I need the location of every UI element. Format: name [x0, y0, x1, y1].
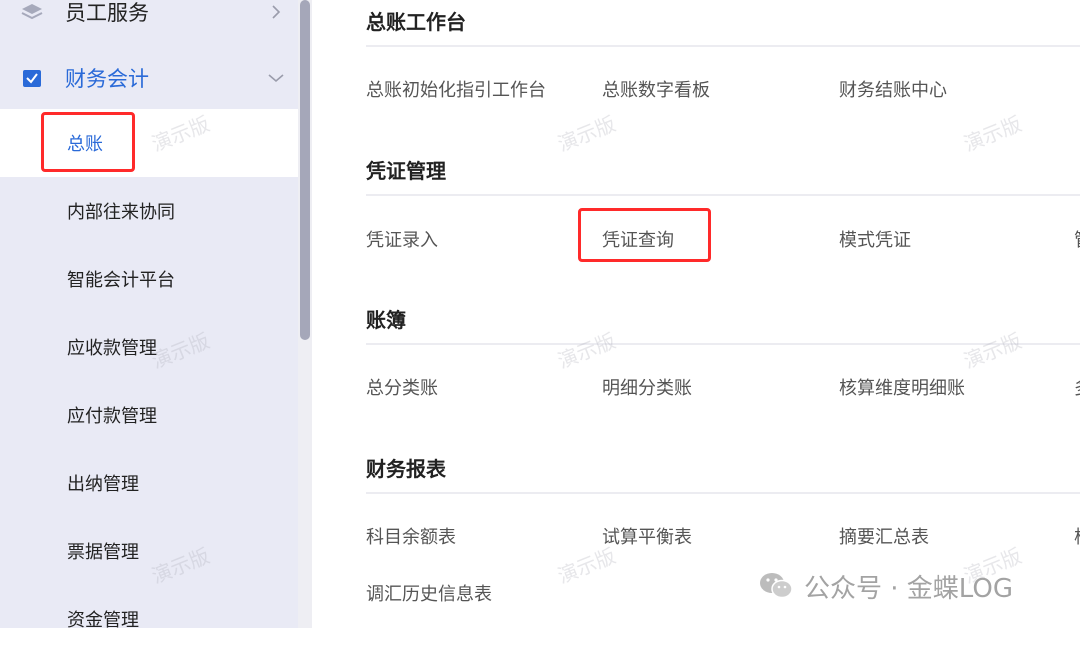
sidebar-item-label: 内部往来协同	[67, 202, 175, 223]
section-title-ledgers: 账簿	[366, 308, 406, 332]
link-template-voucher[interactable]: 模式凭证	[839, 226, 911, 252]
sidebar-item-label: 总账	[67, 134, 103, 155]
link-trial-balance[interactable]: 试算平衡表	[602, 523, 692, 549]
watermark: 演示版	[960, 328, 1025, 374]
footer-watermark: 公众号 · 金蝶LOG	[758, 566, 1013, 606]
watermark: 演示版	[554, 111, 619, 157]
sidebar-item-label: 智能会计平台	[67, 270, 175, 291]
link-dimension-detail[interactable]: 核算维度明细账	[839, 374, 965, 400]
divider	[366, 194, 1080, 196]
sidebar-item-bills[interactable]: 票据管理	[0, 517, 298, 585]
link-voucher-entry[interactable]: 凭证录入	[366, 226, 438, 252]
nav-group-employee-service[interactable]: 员工服务	[0, 0, 298, 42]
watermark: 演示版	[960, 111, 1025, 157]
layers-icon	[21, 1, 43, 23]
sidebar-item-label: 票据管理	[67, 542, 139, 563]
section-title-financial-reports: 财务报表	[366, 457, 446, 481]
section-title-voucher-mgmt: 凭证管理	[366, 159, 446, 183]
sidebar-item-payables[interactable]: 应付款管理	[0, 381, 298, 449]
link-detail-ledger[interactable]: 明细分类账	[602, 374, 692, 400]
link-account-balance[interactable]: 科目余额表	[366, 523, 456, 549]
nav-group-finance-accounting[interactable]: 财务会计	[0, 48, 298, 108]
section-title-gl-workbench: 总账工作台	[366, 10, 466, 34]
sidebar: 员工服务 财务会计 总账 内部往来协同 智能会计平台 应收款管理 应付款管理 出…	[0, 0, 298, 631]
sidebar-item-cashier[interactable]: 出纳管理	[0, 449, 298, 517]
link-summary-report[interactable]: 摘要汇总表	[839, 523, 929, 549]
chevron-down-icon	[266, 68, 286, 88]
sidebar-item-smart-accounting[interactable]: 智能会计平台	[0, 245, 298, 313]
link-truncated[interactable]: 多	[1074, 374, 1080, 400]
link-truncated[interactable]: 管	[1074, 226, 1080, 252]
link-voucher-query[interactable]: 凭证查询	[602, 226, 674, 252]
sidebar-item-receivables[interactable]: 应收款管理	[0, 313, 298, 381]
sidebar-item-general-ledger[interactable]: 总账	[0, 109, 298, 177]
sidebar-item-label: 资金管理	[67, 610, 139, 631]
wechat-icon	[760, 573, 793, 599]
nav-group-label: 财务会计	[65, 67, 149, 91]
link-general-ledger[interactable]: 总分类账	[366, 374, 438, 400]
link-gl-dashboard[interactable]: 总账数字看板	[602, 76, 710, 102]
divider	[366, 343, 1080, 345]
sidebar-item-label: 应付款管理	[67, 406, 157, 427]
chevron-right-icon	[266, 2, 286, 22]
sidebar-item-label: 应收款管理	[67, 338, 157, 359]
sidebar-item-funds[interactable]: 资金管理	[0, 585, 298, 653]
link-fx-history[interactable]: 调汇历史信息表	[366, 580, 492, 606]
checkbox-icon	[21, 67, 43, 89]
sidebar-item-label: 出纳管理	[67, 474, 139, 495]
footer-text: 公众号 · 金蝶LOG	[804, 573, 1013, 604]
link-closing-center[interactable]: 财务结账中心	[839, 76, 947, 102]
scrollbar-thumb[interactable]	[300, 0, 310, 340]
divider	[366, 45, 1080, 47]
link-gl-init-guide[interactable]: 总账初始化指引工作台	[366, 76, 546, 102]
watermark: 演示版	[554, 328, 619, 374]
sidebar-item-internal-collab[interactable]: 内部往来协同	[0, 177, 298, 245]
divider	[366, 492, 1080, 494]
link-truncated[interactable]: 核	[1074, 523, 1080, 549]
nav-group-label: 员工服务	[65, 1, 149, 25]
